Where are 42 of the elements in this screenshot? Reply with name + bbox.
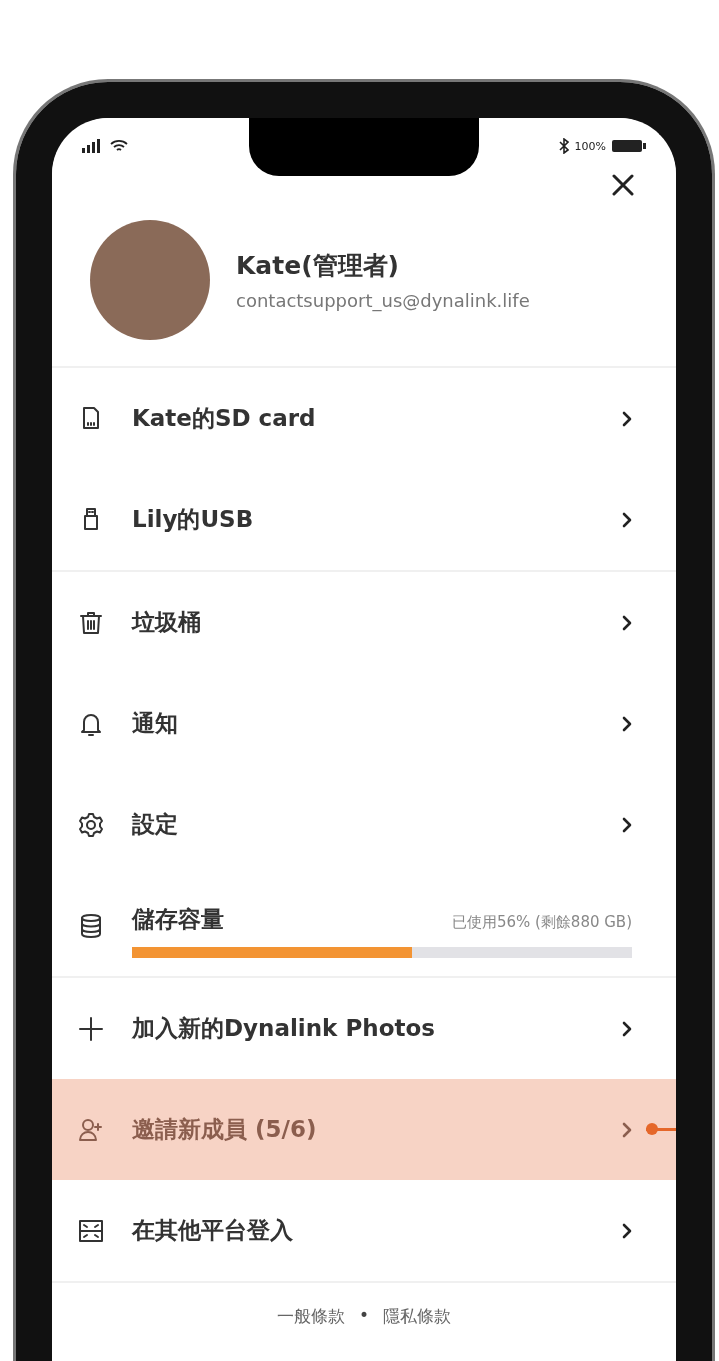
menu-item[interactable]: 通知	[52, 673, 676, 774]
storage-label: 儲存容量	[132, 904, 225, 934]
battery-icon	[612, 139, 646, 153]
menu-item[interactable]: 邀請新成員 (5/6)	[52, 1079, 676, 1180]
bluetooth-icon	[558, 138, 569, 154]
menu-item-label: 通知	[132, 709, 179, 738]
chevron-right-icon	[622, 1020, 632, 1037]
user-name: Kate(管理者)	[236, 250, 400, 282]
menu-item-label: 在其他平台登入	[132, 1216, 294, 1245]
menu-item[interactable]: 在其他平台登入	[52, 1180, 676, 1281]
footer-link[interactable]: 隱私條款	[383, 1305, 451, 1328]
menu-item-label: Lily的USB	[132, 505, 255, 534]
chevron-right-icon	[622, 1121, 632, 1138]
footer-link[interactable]: 一般條款	[277, 1305, 345, 1328]
storage-usage-text: 已使用56% (剩餘880 GB)	[451, 912, 632, 932]
chevron-right-icon	[622, 715, 632, 732]
user-email: contactsupport_us@dynalink.life	[236, 290, 530, 311]
chevron-right-icon	[622, 511, 632, 528]
menu-item[interactable]: 加入新的Dynalink Photos	[52, 978, 676, 1079]
plus-icon	[78, 1015, 104, 1042]
battery-percentage: 100%	[574, 139, 606, 153]
menu-item[interactable]: Kate的SD card	[52, 368, 676, 469]
menu-item-label: 設定	[132, 810, 179, 839]
menu-item[interactable]: 設定	[52, 774, 676, 875]
menu-item-label: 加入新的Dynalink Photos	[132, 1014, 436, 1043]
wifi-icon	[110, 139, 128, 153]
chevron-right-icon	[622, 1222, 632, 1239]
add-person-icon	[78, 1116, 104, 1143]
menu-item-label: 垃圾桶	[132, 608, 202, 637]
trash-icon	[78, 609, 104, 636]
menu-item[interactable]: Lily的USB	[52, 469, 676, 570]
chevron-right-icon	[622, 614, 632, 631]
settings-icon	[78, 811, 104, 838]
close-icon	[612, 174, 634, 196]
menu-item[interactable]: 垃圾桶	[52, 572, 676, 673]
chevron-right-icon	[622, 816, 632, 833]
menu-item-label: Kate的SD card	[132, 404, 317, 433]
separator-dot: •	[359, 1305, 369, 1327]
menu-item-label: 邀請新成員 (5/6)	[132, 1115, 318, 1144]
database-icon	[78, 912, 104, 939]
chevron-right-icon	[622, 410, 632, 427]
scan-frame-icon	[78, 1217, 104, 1244]
